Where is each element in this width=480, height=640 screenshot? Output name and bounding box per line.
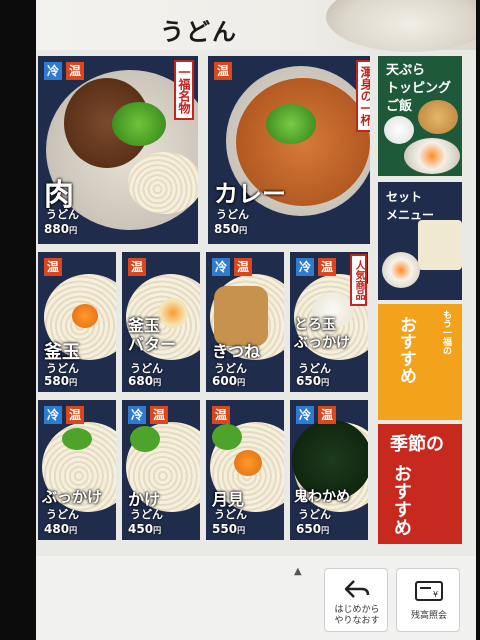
tempura-image xyxy=(418,100,458,134)
tag-ichifuku-meibutsu: 一福名物 xyxy=(174,60,194,120)
footer-bar: ▲ はじめから やりなおす ¥ 残高照会 xyxy=(36,556,476,640)
noodle-image xyxy=(128,152,198,214)
green-onion xyxy=(266,104,316,144)
item-name: ぶっかけ xyxy=(42,488,103,506)
set-rice-image xyxy=(382,252,420,288)
menu-item-kitsune-udon[interactable]: 冷 温 きつね うどん 600円 xyxy=(206,252,284,392)
green-onion xyxy=(112,102,166,146)
warm-badge: 温 xyxy=(318,406,337,424)
cold-badge: 冷 xyxy=(296,258,315,276)
category-label: セット メニュー xyxy=(386,190,435,222)
item-udon-label: うどん xyxy=(216,208,249,221)
item-name: とろ玉 ぶっかけ xyxy=(294,317,350,351)
item-name: きつね xyxy=(212,342,261,361)
return-arrow-icon xyxy=(344,580,370,598)
warm-badge: 温 xyxy=(234,258,253,276)
category-header: うどん xyxy=(36,0,476,52)
tag-konshin-no-ippai: 渾身の一杯 xyxy=(356,60,370,132)
cold-badge: 冷 xyxy=(128,406,147,424)
category-season-label: 季節の xyxy=(390,434,444,455)
item-price: 580円 xyxy=(44,374,78,388)
menu-item-niku-udon[interactable]: 冷 温 一福名物 肉 うどん 880円 xyxy=(38,56,198,244)
category-tempura-topping-rice[interactable]: 天ぷら トッピング ご飯 xyxy=(378,56,462,176)
restart-button[interactable]: はじめから やりなおす xyxy=(324,568,388,632)
item-price: 850円 xyxy=(214,222,248,236)
rice-bowl-image xyxy=(384,116,414,144)
menu-item-kamatama-udon[interactable]: 温 釜玉 うどん 580円 xyxy=(38,252,116,392)
category-label: おすすめ xyxy=(396,316,416,384)
warm-badge: 温 xyxy=(214,62,233,80)
menu-item-tsukimi-udon[interactable]: 温 月見 うどん 550円 xyxy=(206,400,284,540)
cold-badge: 冷 xyxy=(296,406,315,424)
item-price: 550円 xyxy=(212,522,246,536)
tag-ninki-shohin: 人気商品 xyxy=(350,254,367,306)
item-name: 鬼わかめ xyxy=(294,489,350,505)
warm-badge: 温 xyxy=(150,406,169,424)
menu-item-kake-udon[interactable]: 冷 温 かけ うどん 450円 xyxy=(122,400,200,540)
menu-item-torotama-bukkake-udon[interactable]: 冷 温 人気商品 とろ玉 ぶっかけ うどん 650円 xyxy=(290,252,368,392)
item-udon-label: うどん xyxy=(130,508,163,521)
item-price: 600円 xyxy=(212,374,246,388)
restart-label: はじめから やりなおす xyxy=(334,605,380,626)
warm-badge: 温 xyxy=(44,258,63,276)
item-name: 釜玉 バター xyxy=(128,316,177,354)
egg-yolk xyxy=(72,304,98,328)
menu-item-oniwakame-udon[interactable]: 冷 温 鬼わかめ うどん 650円 xyxy=(290,400,368,540)
item-price: 480円 xyxy=(44,522,78,536)
green-onion xyxy=(130,426,160,452)
cold-badge: 冷 xyxy=(44,406,63,424)
menu-item-bukkake-udon[interactable]: 冷 温 ぶっかけ うどん 480円 xyxy=(38,400,116,540)
item-udon-label: うどん xyxy=(214,508,247,521)
item-name: カレー xyxy=(214,180,286,208)
scroll-up-icon[interactable]: ▲ xyxy=(294,566,302,577)
warm-badge: 温 xyxy=(128,258,147,276)
balance-label: 残高照会 xyxy=(410,611,447,621)
warm-badge: 温 xyxy=(212,406,231,424)
fried-tofu xyxy=(214,286,268,346)
cold-badge: 冷 xyxy=(212,258,231,276)
svg-text:¥: ¥ xyxy=(433,590,438,599)
menu-item-kamatama-butter-udon[interactable]: 温 釜玉 バター うどん 680円 xyxy=(122,252,200,392)
category-set-menu[interactable]: セット メニュー xyxy=(378,182,462,300)
set-noodle-image xyxy=(418,220,462,270)
warm-badge: 温 xyxy=(66,62,85,80)
item-udon-label: うどん xyxy=(46,208,79,221)
warm-badge: 温 xyxy=(318,258,337,276)
header-bowl-image xyxy=(326,0,476,52)
topping-bowl-image xyxy=(404,138,460,174)
ic-card-icon: ¥ xyxy=(415,581,443,601)
item-price: 650円 xyxy=(296,374,330,388)
cold-badge: 冷 xyxy=(44,62,63,80)
green-onion xyxy=(212,424,242,450)
green-onion xyxy=(62,428,92,450)
menu-item-curry-udon[interactable]: 温 渾身の一杯 カレー うどん 850円 xyxy=(208,56,370,244)
category-label: おすすめ xyxy=(391,464,412,536)
category-seasonal-recommend[interactable]: 季節の おすすめ xyxy=(378,424,462,544)
item-price: 680円 xyxy=(128,374,162,388)
menu-screen: うどん 冷 温 一福名物 肉 うどん 880円 温 渾身の一杯 カレー うどん … xyxy=(36,0,476,640)
category-ichifuku-recommend[interactable]: もう一福の おすすめ xyxy=(378,304,462,420)
warm-badge: 温 xyxy=(66,406,85,424)
item-udon-label: うどん xyxy=(46,508,79,521)
category-small-label: もう一福の xyxy=(441,310,451,355)
item-price: 450円 xyxy=(128,522,162,536)
balance-inquiry-button[interactable]: ¥ 残高照会 xyxy=(396,568,460,632)
egg-yolk xyxy=(234,450,262,476)
category-title: うどん xyxy=(160,18,238,46)
item-price: 880円 xyxy=(44,222,78,236)
item-udon-label: うどん xyxy=(298,508,331,521)
item-price: 650円 xyxy=(296,522,330,536)
